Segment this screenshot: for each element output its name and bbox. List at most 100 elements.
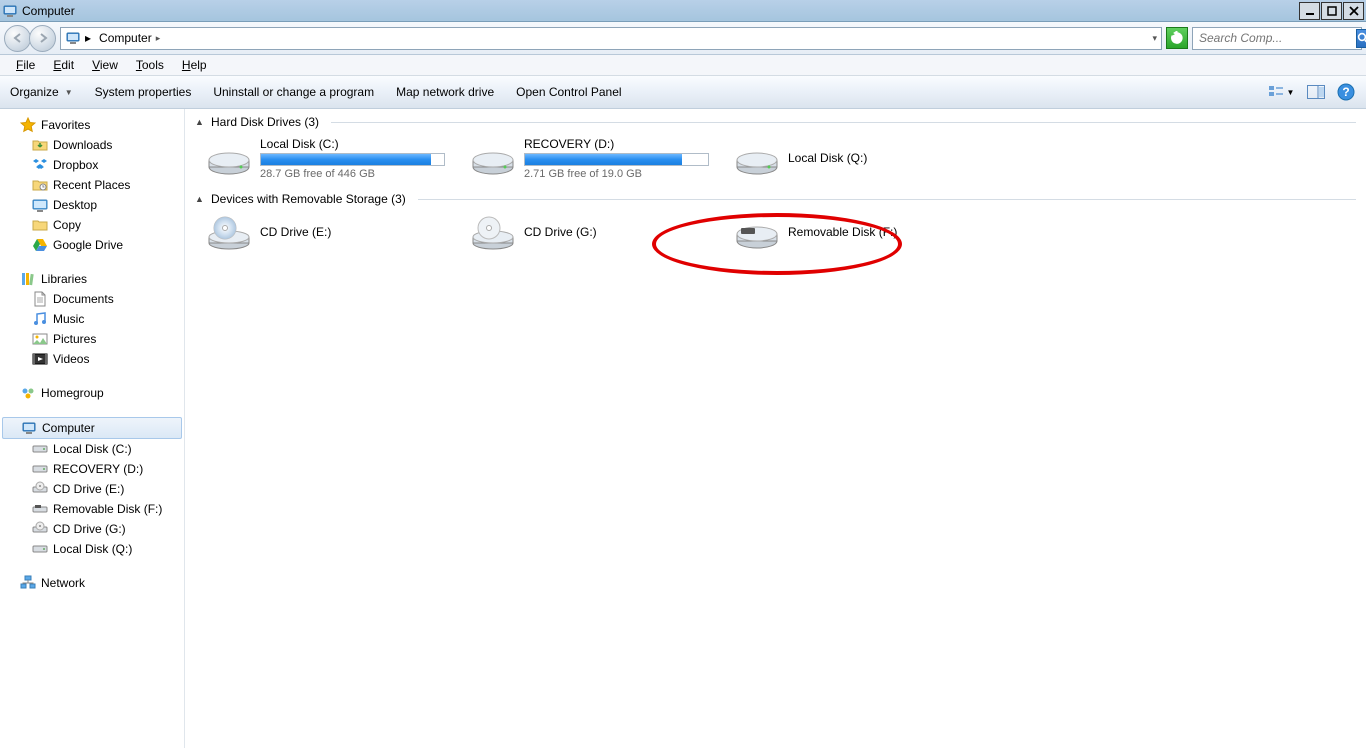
cmd-uninstall[interactable]: Uninstall or change a program bbox=[211, 81, 376, 103]
cmd-map-network-drive[interactable]: Map network drive bbox=[394, 81, 496, 103]
menu-file[interactable]: Filedocument.currentScript.previousEleme… bbox=[8, 56, 43, 74]
chevron-right-icon[interactable]: ▸ bbox=[156, 33, 161, 44]
content-pane: ▲ Hard Disk Drives (3) Local Disk (C:) 2… bbox=[185, 109, 1366, 748]
drive-icon bbox=[32, 541, 48, 557]
drive-recovery-d[interactable]: RECOVERY (D:) 2.71 GB free of 19.0 GB bbox=[469, 135, 709, 182]
svg-text:?: ? bbox=[1342, 85, 1349, 99]
section-hard-disk-drives[interactable]: ▲ Hard Disk Drives (3) bbox=[195, 115, 1356, 129]
removable-disk-icon bbox=[32, 501, 48, 517]
drive-name: Removable Disk (F:) bbox=[788, 225, 971, 239]
nav-label: Homegroup bbox=[41, 386, 104, 400]
back-button[interactable] bbox=[4, 25, 31, 52]
nav-label: Network bbox=[41, 576, 85, 590]
videos-icon bbox=[32, 351, 48, 367]
libraries-icon bbox=[20, 271, 36, 287]
nav-pictures[interactable]: Pictures bbox=[0, 329, 184, 349]
nav-downloads[interactable]: Downloads bbox=[0, 135, 184, 155]
window-title: Computer bbox=[22, 4, 75, 18]
drive-removable-f[interactable]: Removable Disk (F:) bbox=[733, 212, 973, 254]
menu-tools[interactable]: Tools bbox=[128, 56, 172, 74]
desktop-icon bbox=[32, 197, 48, 213]
drive-local-disk-q[interactable]: Local Disk (Q:) bbox=[733, 135, 973, 182]
nav-label: Favorites bbox=[41, 118, 90, 132]
menu-edit[interactable]: Edit bbox=[45, 56, 82, 74]
cmd-system-properties[interactable]: System properties bbox=[93, 81, 194, 103]
minimize-button[interactable] bbox=[1299, 2, 1320, 20]
nav-videos[interactable]: Videos bbox=[0, 349, 184, 369]
search-box[interactable] bbox=[1192, 27, 1362, 50]
nav-local-disk-q[interactable]: Local Disk (Q:) bbox=[0, 539, 184, 559]
documents-icon bbox=[32, 291, 48, 307]
computer-icon bbox=[2, 3, 18, 19]
nav-network[interactable]: Network bbox=[0, 573, 184, 593]
cd-drive-icon bbox=[32, 521, 48, 537]
drive-free-space: 2.71 GB free of 19.0 GB bbox=[524, 168, 709, 180]
cd-drive-icon bbox=[207, 214, 252, 252]
chevron-right-icon[interactable]: ▸ bbox=[85, 31, 91, 45]
address-history-dropdown[interactable]: ▾ bbox=[1152, 33, 1157, 44]
recent-icon bbox=[32, 177, 48, 193]
nav-cd-drive-e[interactable]: CD Drive (E:) bbox=[0, 479, 184, 499]
cmd-open-control-panel[interactable]: Open Control Panel bbox=[514, 81, 623, 103]
drive-name: CD Drive (E:) bbox=[260, 225, 443, 239]
maximize-button[interactable] bbox=[1321, 2, 1342, 20]
homegroup-icon bbox=[20, 385, 36, 401]
forward-button[interactable] bbox=[29, 25, 56, 52]
nav-desktop[interactable]: Desktop bbox=[0, 195, 184, 215]
computer-icon bbox=[21, 420, 37, 436]
address-bar[interactable]: ▸ Computer ▸ ▾ bbox=[60, 27, 1162, 50]
star-icon bbox=[20, 117, 36, 133]
nav-label: Libraries bbox=[41, 272, 87, 286]
removable-disk-icon bbox=[735, 214, 780, 252]
music-icon bbox=[32, 311, 48, 327]
breadcrumb-computer[interactable]: Computer ▸ bbox=[95, 28, 164, 49]
computer-icon bbox=[65, 30, 81, 46]
hard-drive-icon bbox=[207, 140, 252, 178]
close-button[interactable] bbox=[1343, 2, 1364, 20]
nav-computer[interactable]: Computer bbox=[2, 417, 182, 439]
help-button[interactable]: ? bbox=[1334, 81, 1358, 103]
collapse-icon: ▲ bbox=[195, 117, 205, 127]
nav-cd-drive-g[interactable]: CD Drive (G:) bbox=[0, 519, 184, 539]
nav-google-drive[interactable]: Google Drive bbox=[0, 235, 184, 255]
nav-homegroup[interactable]: Homegroup bbox=[0, 383, 184, 403]
search-input[interactable] bbox=[1199, 31, 1356, 45]
usage-bar bbox=[524, 153, 709, 166]
folder-download-icon bbox=[32, 137, 48, 153]
divider bbox=[418, 199, 1356, 200]
search-button[interactable] bbox=[1356, 29, 1366, 48]
cd-drive-icon bbox=[32, 481, 48, 497]
drive-cd-e[interactable]: CD Drive (E:) bbox=[205, 212, 445, 254]
chevron-down-icon: ▼ bbox=[65, 88, 73, 97]
nav-documents[interactable]: Documents bbox=[0, 289, 184, 309]
nav-music[interactable]: Music bbox=[0, 309, 184, 329]
drive-name: RECOVERY (D:) bbox=[524, 137, 709, 151]
preview-pane-button[interactable] bbox=[1304, 81, 1328, 103]
folder-icon bbox=[32, 217, 48, 233]
nav-libraries[interactable]: Libraries bbox=[0, 269, 184, 289]
section-removable-storage[interactable]: ▲ Devices with Removable Storage (3) bbox=[195, 192, 1356, 206]
nav-removable-disk-f[interactable]: Removable Disk (F:) bbox=[0, 499, 184, 519]
google-drive-icon bbox=[32, 237, 48, 253]
usage-bar bbox=[260, 153, 445, 166]
cmd-organize[interactable]: Organize▼ bbox=[8, 81, 75, 103]
refresh-button[interactable] bbox=[1166, 27, 1188, 49]
nav-recent-places[interactable]: Recent Places bbox=[0, 175, 184, 195]
view-options-button[interactable]: ▼ bbox=[1264, 81, 1298, 103]
menu-view[interactable]: View bbox=[84, 56, 126, 74]
drive-cd-g[interactable]: CD Drive (G:) bbox=[469, 212, 709, 254]
nav-dropbox[interactable]: Dropbox bbox=[0, 155, 184, 175]
nav-copy[interactable]: Copy bbox=[0, 215, 184, 235]
menu-bar: Filedocument.currentScript.previousEleme… bbox=[0, 55, 1366, 76]
drive-name: Local Disk (C:) bbox=[260, 137, 445, 151]
drive-local-disk-c[interactable]: Local Disk (C:) 28.7 GB free of 446 GB bbox=[205, 135, 445, 182]
nav-recovery-d[interactable]: RECOVERY (D:) bbox=[0, 459, 184, 479]
command-bar: Organize▼ System properties Uninstall or… bbox=[0, 76, 1366, 109]
divider bbox=[331, 122, 1356, 123]
menu-help[interactable]: Help bbox=[174, 56, 215, 74]
nav-local-disk-c[interactable]: Local Disk (C:) bbox=[0, 439, 184, 459]
drive-name: Local Disk (Q:) bbox=[788, 151, 971, 165]
nav-favorites[interactable]: Favorites bbox=[0, 115, 184, 135]
drive-icon bbox=[32, 461, 48, 477]
drive-icon bbox=[32, 441, 48, 457]
